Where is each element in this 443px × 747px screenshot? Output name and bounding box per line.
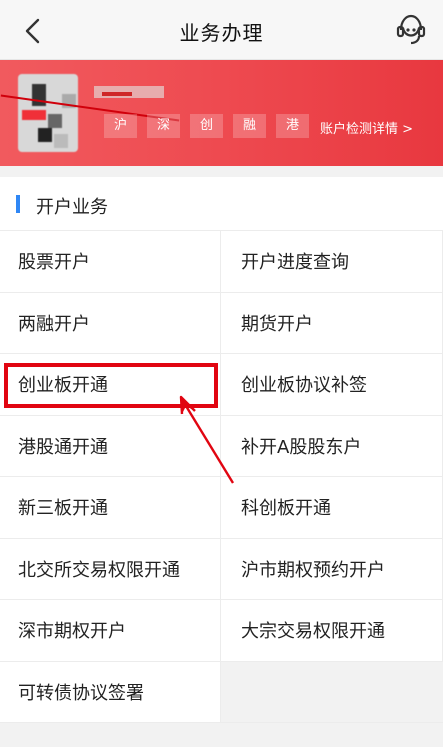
service-label: 创业板协议补签 (241, 375, 367, 397)
avatar (18, 74, 78, 152)
customer-service-button[interactable] (395, 12, 427, 48)
service-label: 两融开户 (18, 313, 90, 335)
customer-service-icon (396, 14, 426, 45)
business-page: 业务办理 沪 深 创 融 港 账户检测详情 > 开户业务 股票开户 开户进度查询… (0, 0, 443, 747)
nav-header: 业务办理 (0, 0, 443, 60)
service-label: 新三板开通 (18, 498, 108, 520)
section-title: 开户业务 (36, 197, 108, 218)
market-tag-sz: 深 (147, 114, 180, 138)
account-banner: 沪 深 创 融 港 账户检测详情 > (0, 60, 443, 166)
service-item-neeq-enable[interactable]: 新三板开通 (0, 477, 221, 539)
service-label: 沪市期权预约开户 (241, 559, 385, 581)
market-tag-margin: 融 (233, 114, 266, 138)
service-label: 大宗交易权限开通 (241, 621, 385, 643)
empty-cell (221, 661, 443, 723)
market-tag-gem: 创 (190, 114, 223, 138)
service-item-block-trade[interactable]: 大宗交易权限开通 (221, 600, 443, 662)
section-header: 开户业务 (0, 177, 443, 231)
service-label: 港股通开通 (18, 436, 108, 458)
service-label: 开户进度查询 (241, 252, 349, 274)
service-item-sh-options[interactable]: 沪市期权预约开户 (221, 538, 443, 600)
service-item-progress-query[interactable]: 开户进度查询 (221, 231, 443, 293)
account-check-link[interactable]: 账户检测详情 > (320, 118, 413, 137)
service-item-gem-agreement[interactable]: 创业板协议补签 (221, 354, 443, 416)
service-item-sz-options[interactable]: 深市期权开户 (0, 600, 221, 662)
service-item-convertible-bond[interactable]: 可转债协议签署 (0, 661, 221, 723)
market-tag-hk: 港 (276, 114, 309, 138)
service-item-margin-account[interactable]: 两融开户 (0, 292, 221, 354)
service-label: 创业板开通 (18, 375, 108, 397)
service-label: 科创板开通 (241, 498, 331, 520)
account-name-redacted (94, 86, 174, 104)
service-item-a-share-account[interactable]: 补开A股股东户 (221, 415, 443, 477)
service-item-stock-account[interactable]: 股票开户 (0, 231, 221, 293)
section-accent-bar (16, 195, 20, 213)
service-item-hk-connect[interactable]: 港股通开通 (0, 415, 221, 477)
service-label: 股票开户 (18, 252, 90, 274)
service-label: 深市期权开户 (18, 621, 126, 643)
service-label: 北交所交易权限开通 (18, 559, 180, 581)
service-label: 补开A股股东户 (241, 436, 362, 458)
service-item-futures-account[interactable]: 期货开户 (221, 292, 443, 354)
service-item-star-enable[interactable]: 科创板开通 (221, 477, 443, 539)
service-item-gem-enable[interactable]: 创业板开通 (0, 354, 221, 416)
service-item-bse-permission[interactable]: 北交所交易权限开通 (0, 538, 221, 600)
market-tags: 沪 深 创 融 港 (104, 114, 309, 138)
service-label: 可转债协议签署 (18, 682, 144, 704)
service-grid: 股票开户 开户进度查询 两融开户 期货开户 创业板开通 创业板协议补签 港股通开… (0, 231, 443, 723)
page-title: 业务办理 (179, 21, 264, 45)
service-label: 期货开户 (241, 313, 313, 335)
market-tag-sh: 沪 (104, 114, 137, 138)
